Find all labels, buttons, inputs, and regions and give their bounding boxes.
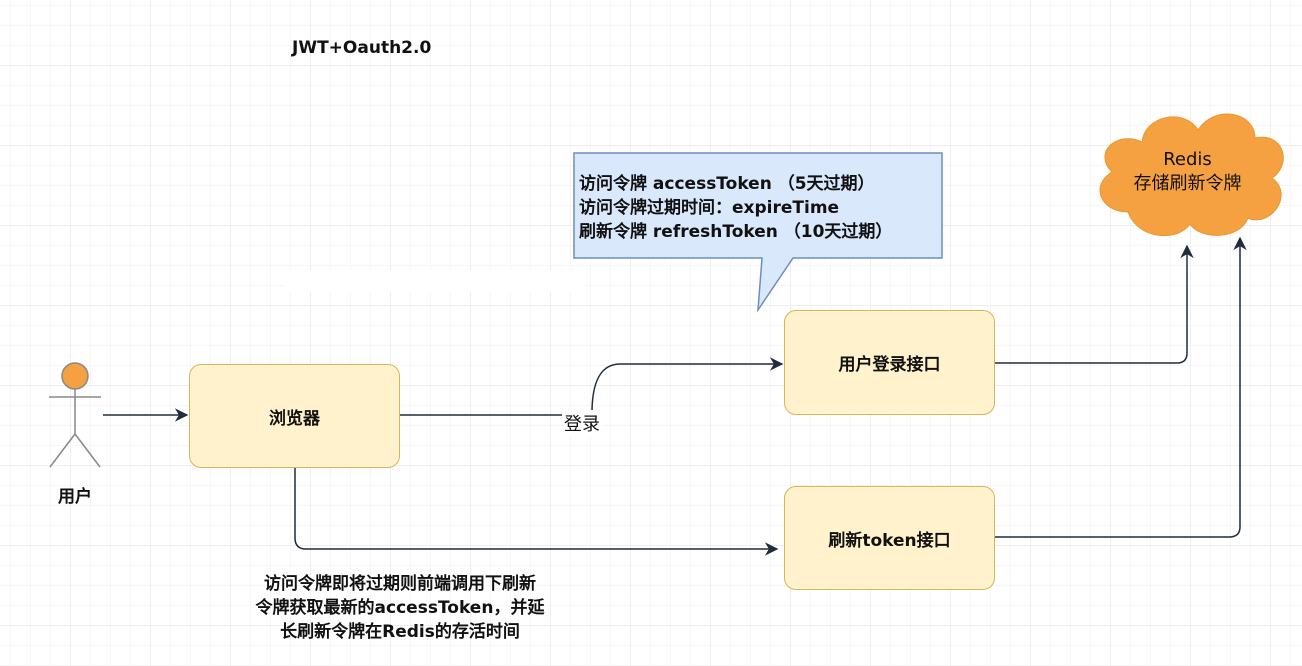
note-line: 令牌获取最新的accessToken，并延: [255, 598, 545, 618]
diagram-canvas: [49, 113, 1284, 556]
refresh-api-node: 刷新token接口: [784, 486, 995, 590]
note-line: 访问令牌即将过期则前端调用下刷新: [264, 574, 536, 594]
diagram-title: JWT+Oauth2.0: [292, 38, 432, 58]
callout-text: 访问令牌 accessToken （5天过期） 访问令牌过期时间：expireT…: [579, 172, 892, 244]
login-edge-label: 登录: [562, 410, 602, 436]
refresh-note: 访问令牌即将过期则前端调用下刷新 令牌获取最新的accessToken，并延 长…: [210, 572, 590, 644]
user-actor: [49, 362, 101, 468]
edge-browser-to-login: [400, 357, 784, 416]
note-line: 长刷新令牌在Redis的存活时间: [280, 622, 520, 642]
callout-line: 访问令牌 accessToken （5天过期）: [579, 174, 875, 194]
edge-refresh-to-redis: [995, 236, 1247, 538]
user-label: 用户: [58, 487, 92, 507]
edge-login-to-redis: [995, 244, 1194, 364]
redis-cloud-line: 存储刷新令牌: [1133, 173, 1242, 194]
redis-cloud-label: Redis 存储刷新令牌: [1110, 148, 1265, 196]
redis-cloud-line: Redis: [1163, 149, 1212, 170]
login-api-node: 用户登录接口: [784, 310, 995, 415]
edge-browser-to-refresh: [294, 468, 779, 556]
callout-line: 访问令牌过期时间：expireTime: [579, 198, 840, 218]
browser-node: 浏览器: [189, 364, 400, 468]
callout-line: 刷新令牌 refreshToken （10天过期）: [579, 222, 893, 242]
